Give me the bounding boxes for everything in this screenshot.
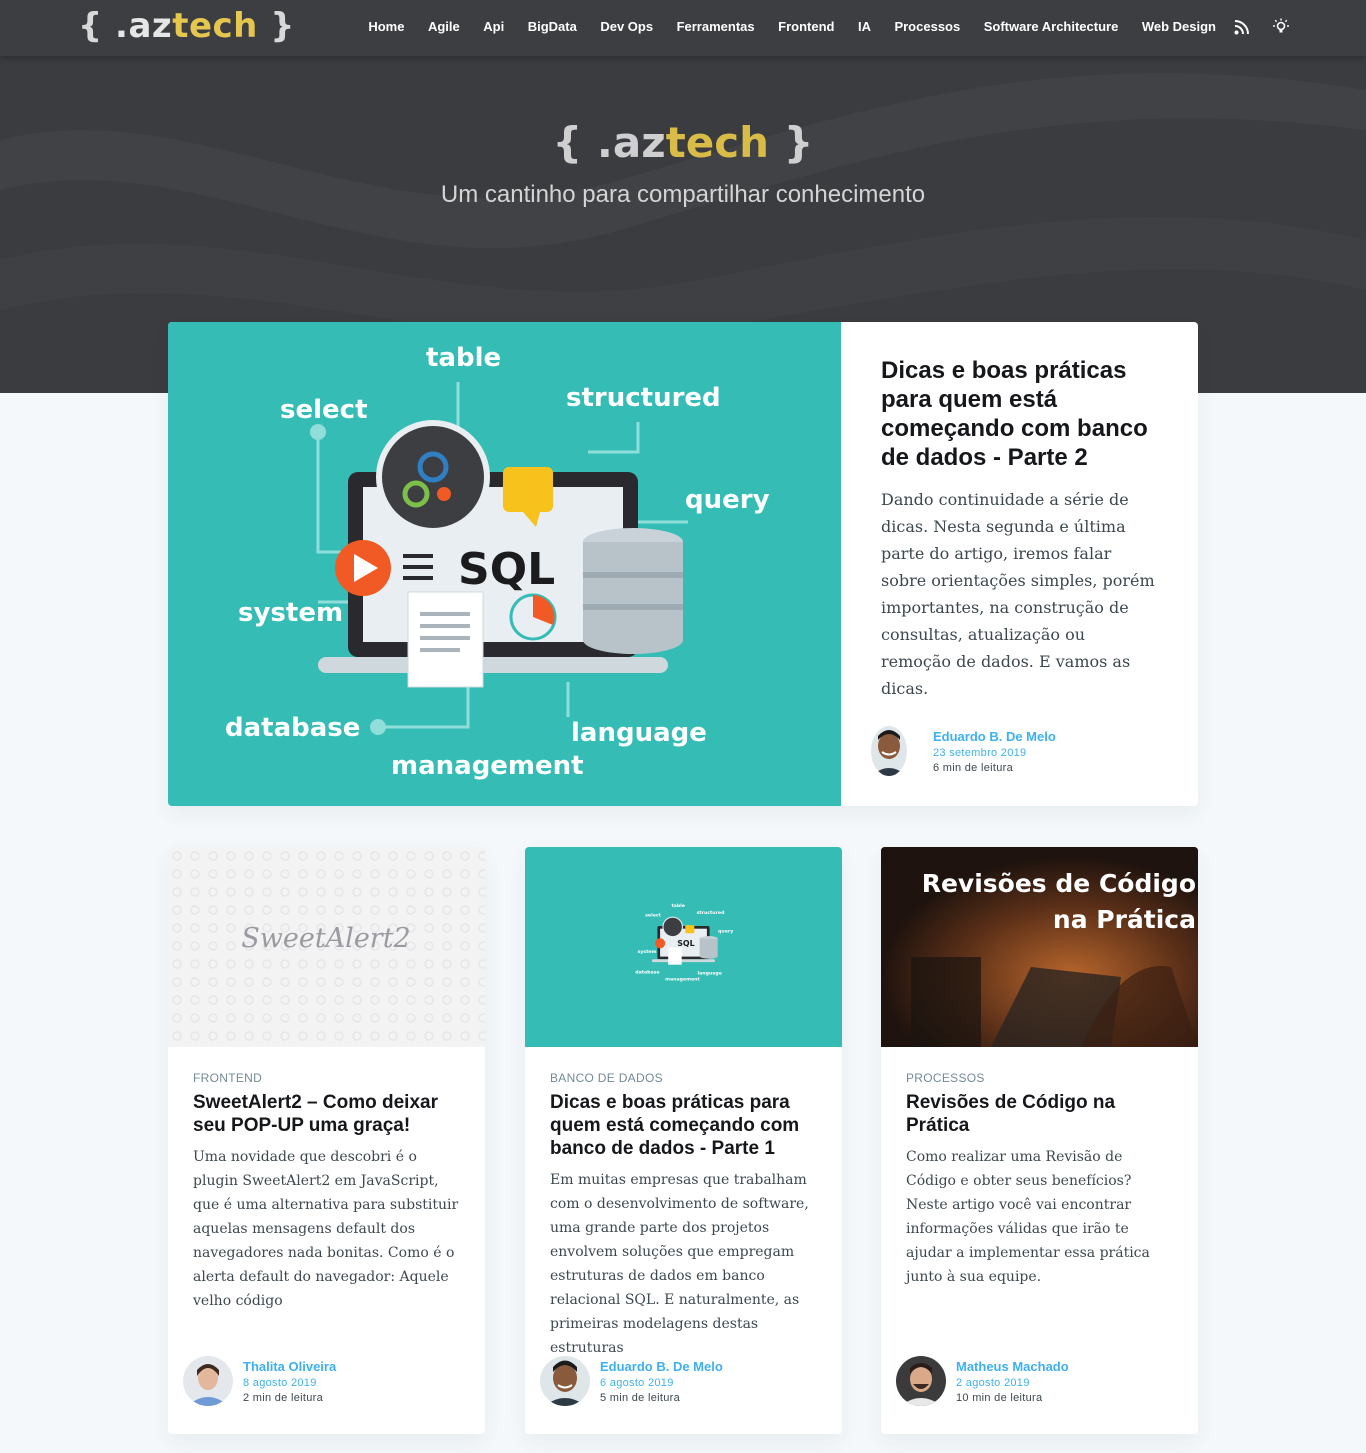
nav-item-ferramentas[interactable]: Ferramentas — [677, 19, 755, 34]
author-name[interactable]: Thalita Oliveira — [243, 1359, 336, 1374]
post-author: Matheus Machado 2 agosto 2019 10 min de … — [896, 1356, 1069, 1406]
image-title-line1: Revisões de Código — [922, 869, 1196, 898]
sql-label: SQL — [458, 544, 555, 595]
nav-item-devops[interactable]: Dev Ops — [600, 19, 653, 34]
word-system: system — [238, 598, 343, 628]
post-card-content: PROCESSOS Revisões de Código na Prática … — [881, 1047, 1198, 1289]
rss-icon[interactable] — [1233, 18, 1251, 36]
post-date: 23 setembro 2019 — [933, 746, 1027, 759]
author-avatar[interactable] — [871, 726, 907, 776]
logo-az: .az — [102, 6, 173, 46]
mini-word-management: management — [665, 976, 700, 982]
author-meta: Thalita Oliveira 8 agosto 2019 2 min de … — [243, 1359, 336, 1404]
post-excerpt: Em muitas empresas que trabalham com o d… — [550, 1172, 809, 1356]
reading-time: 10 min de leitura — [956, 1391, 1043, 1404]
post-date: 6 agosto 2019 — [600, 1376, 674, 1389]
nav-item-api[interactable]: Api — [483, 19, 504, 34]
hero-logo-close: } — [769, 118, 814, 167]
logo-close-brace: } — [257, 6, 295, 46]
featured-post-card[interactable]: SQL table select structured query system… — [168, 322, 1198, 806]
logo-tech: tech — [172, 6, 258, 46]
word-database: database — [225, 713, 360, 743]
word-select: select — [280, 395, 368, 425]
author-meta: Matheus Machado 2 agosto 2019 10 min de … — [956, 1359, 1069, 1404]
author-avatar[interactable] — [896, 1356, 946, 1406]
post-title[interactable]: Revisões de Código na Prática — [906, 1091, 1173, 1137]
post-tag[interactable]: FRONTEND — [193, 1071, 460, 1085]
site-logo[interactable]: { .aztech } — [78, 6, 295, 46]
reading-time: 6 min de leitura — [933, 761, 1014, 774]
post-author: Thalita Oliveira 8 agosto 2019 2 min de … — [183, 1356, 336, 1406]
mini-sql-label: SQL — [677, 939, 694, 948]
word-table: table — [426, 343, 501, 373]
nav-item-frontend[interactable]: Frontend — [778, 19, 834, 34]
nav-item-software-architecture[interactable]: Software Architecture — [984, 19, 1119, 34]
reading-time: 2 min de leitura — [243, 1391, 324, 1404]
nav-item-processos[interactable]: Processos — [894, 19, 960, 34]
mini-word-language: language — [698, 970, 722, 976]
author-avatar[interactable] — [540, 1356, 590, 1406]
post-title[interactable]: Dicas e boas práticas para quem está com… — [550, 1091, 817, 1160]
post-excerpt: Uma novidade que descobri é o plugin Swe… — [193, 1149, 459, 1309]
author-name[interactable]: Eduardo B. De Melo — [600, 1359, 723, 1374]
word-structured: structured — [566, 383, 721, 413]
hero-logo-tech: tech — [665, 118, 770, 167]
post-tag[interactable]: PROCESSOS — [906, 1071, 1173, 1085]
hero-logo-open: { — [552, 118, 583, 167]
image-title-line2: na Prática — [1053, 905, 1196, 934]
mini-word-table: table — [671, 903, 685, 909]
author-name[interactable]: Matheus Machado — [956, 1359, 1069, 1374]
top-navigation: { .aztech } Home Agile Api BigData Dev O… — [0, 0, 1366, 56]
post-excerpt: Como realizar uma Revisão de Código e ob… — [906, 1149, 1150, 1285]
site-tagline: Um cantinho para compartilhar conhecimen… — [440, 181, 926, 208]
logo-open-brace: { — [78, 6, 103, 46]
post-card-image[interactable]: SQL table select structured query system… — [525, 847, 842, 1047]
word-query: query — [685, 485, 770, 515]
post-card-content: FRONTEND SweetAlert2 – Como deixar seu P… — [168, 1047, 485, 1313]
nav-item-agile[interactable]: Agile — [428, 19, 460, 34]
post-title[interactable]: SweetAlert2 – Como deixar seu POP-UP uma… — [193, 1091, 460, 1137]
mini-word-database: database — [635, 970, 659, 976]
post-card-sweetalert2[interactable]: SweetAlert2 FRONTEND SweetAlert2 – Como … — [168, 847, 485, 1434]
nav-item-ia[interactable]: IA — [858, 19, 871, 34]
word-language: language — [571, 718, 707, 748]
author-name[interactable]: Eduardo B. De Melo — [933, 729, 1056, 744]
nav-item-web-design[interactable]: Web Design — [1142, 19, 1216, 34]
nav-item-bigdata[interactable]: BigData — [528, 19, 577, 34]
featured-post-image[interactable]: SQL table select structured query system… — [168, 322, 841, 806]
hero-logo-az: .az — [582, 118, 666, 167]
reading-time: 5 min de leitura — [600, 1391, 681, 1404]
sweetalert2-logo-text: SweetAlert2 — [241, 923, 410, 954]
lightbulb-icon[interactable] — [1272, 18, 1290, 36]
author-meta: Eduardo B. De Melo 6 agosto 2019 5 min d… — [600, 1359, 723, 1404]
post-date: 8 agosto 2019 — [243, 1376, 317, 1389]
mini-word-query: query — [718, 928, 733, 934]
featured-post-excerpt: Dando continuidade a série de dicas. Nes… — [881, 490, 1155, 698]
nav-links: Home Agile Api BigData Dev Ops Ferrament… — [345, 19, 1216, 34]
post-card-image[interactable]: SweetAlert2 — [168, 847, 485, 1047]
post-date: 2 agosto 2019 — [956, 1376, 1030, 1389]
mini-word-system: system — [638, 949, 657, 955]
author-meta: Eduardo B. De Melo 23 setembro 2019 6 mi… — [933, 729, 1056, 774]
featured-post-content: Dicas e boas práticas para quem está com… — [841, 322, 1198, 806]
post-author: Eduardo B. De Melo 6 agosto 2019 5 min d… — [540, 1356, 723, 1406]
featured-post-author: Eduardo B. De Melo 23 setembro 2019 6 mi… — [871, 726, 1056, 776]
post-card-banco-de-dados-parte-1[interactable]: SQL table select structured query system… — [525, 847, 842, 1434]
hero-logo: { .aztech } — [0, 118, 1366, 167]
post-card-image[interactable]: Revisões de Código na Prática — [881, 847, 1198, 1047]
post-card-content: BANCO DE DADOS Dicas e boas práticas par… — [525, 1047, 842, 1360]
word-management: management — [391, 751, 584, 781]
nav-item-home[interactable]: Home — [368, 19, 404, 34]
featured-post-title[interactable]: Dicas e boas práticas para quem está com… — [881, 356, 1158, 472]
author-avatar[interactable] — [183, 1356, 233, 1406]
mini-word-select: select — [645, 912, 661, 918]
mini-word-structured: structured — [697, 910, 725, 916]
sql-illustration: SQL table select structured query system… — [225, 343, 770, 781]
post-card-revisoes-de-codigo[interactable]: Revisões de Código na Prática PROCESSOS … — [881, 847, 1198, 1434]
post-tag[interactable]: BANCO DE DADOS — [550, 1071, 817, 1085]
